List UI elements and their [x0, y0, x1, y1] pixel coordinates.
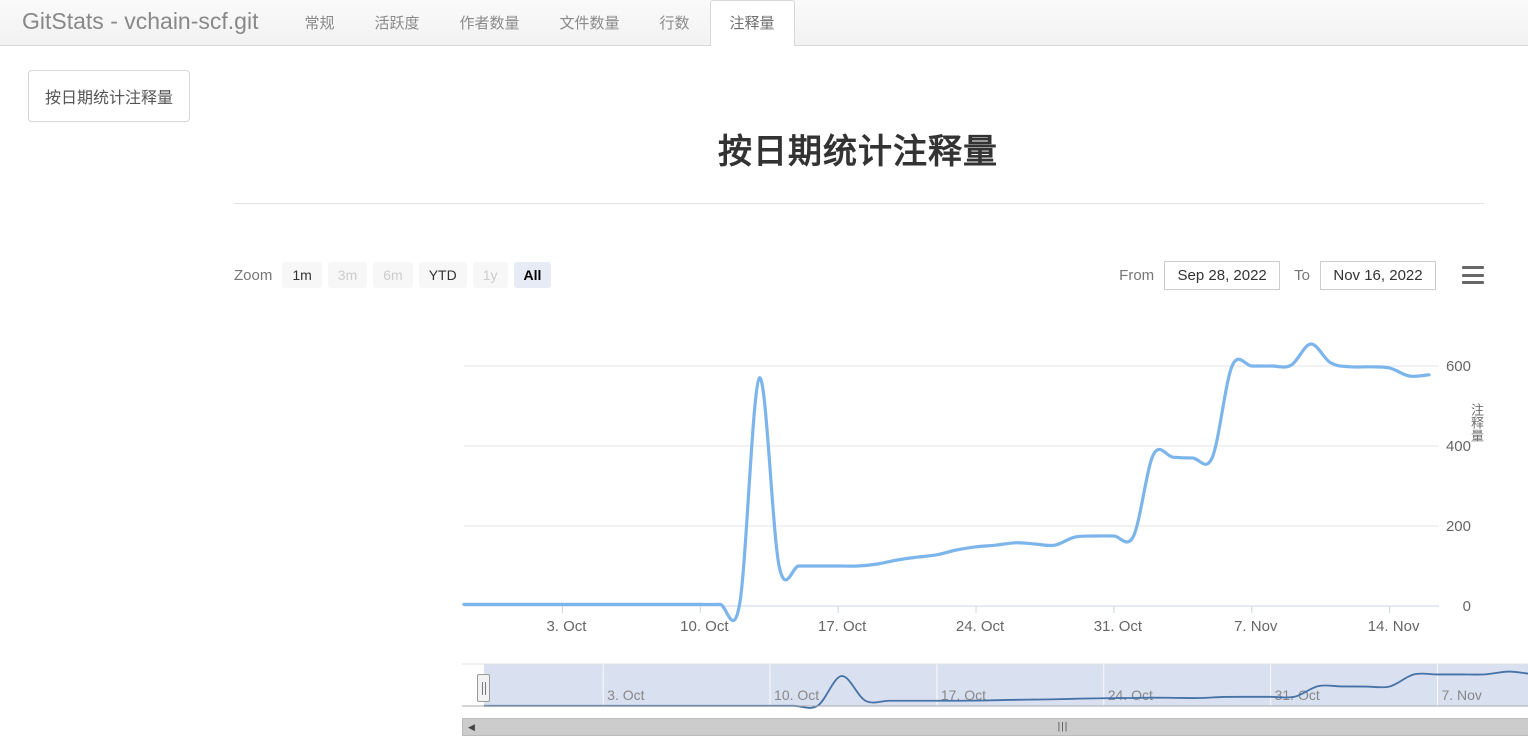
chart-plot-area: 0 200 400 600 3. Oct 10. Oct 17. Oct 24. Oct 31.…: [234, 310, 1484, 660]
svg-text:31. Oct: 31. Oct: [1094, 618, 1143, 635]
app-brand-title: GitStats - vchain-scf.git: [22, 8, 259, 34]
main-content: 按日期统计注释量 Zoom 1m 3m 6m YTD 1y All From S…: [228, 46, 1528, 746]
chart-navigator[interactable]: 3. Oct 10. Oct 17. Oct 24. Oct 31. Oct 7. Nov…: [462, 658, 1528, 714]
zoom-button-3m: 3m: [327, 262, 368, 288]
scrollbar-left-arrow[interactable]: ◀: [463, 719, 480, 735]
svg-text:0: 0: [1463, 598, 1471, 615]
svg-text:24. Oct: 24. Oct: [1108, 687, 1153, 703]
tab-files[interactable]: 文件数量: [540, 0, 640, 45]
scrollbar-grip[interactable]: |||: [1058, 722, 1069, 733]
svg-text:24. Oct: 24. Oct: [956, 618, 1005, 635]
page-title: 按日期统计注释量: [718, 133, 998, 171]
from-date-input[interactable]: Sep 28, 2022: [1164, 260, 1281, 290]
svg-text:7. Nov: 7. Nov: [1234, 618, 1278, 635]
tab-lines[interactable]: 行数: [640, 0, 710, 45]
main-nav-tabs: 常规 活跃度 作者数量 文件数量 行数 注释量: [284, 0, 795, 46]
zoom-button-1y: 1y: [472, 262, 508, 288]
sidebar-item-comments-by-date[interactable]: 按日期统计注释量: [28, 70, 191, 122]
tab-comments[interactable]: 注释量: [709, 0, 795, 46]
svg-text:10. Oct: 10. Oct: [680, 618, 729, 635]
tab-general[interactable]: 常规: [284, 0, 354, 45]
range-selector: Zoom 1m 3m 6m YTD 1y All From Sep 28, 20…: [234, 252, 1484, 298]
svg-text:200: 200: [1446, 518, 1471, 535]
svg-text:3. Oct: 3. Oct: [546, 618, 587, 635]
from-label: From: [1119, 266, 1155, 284]
to-label: To: [1294, 266, 1310, 284]
to-date-input[interactable]: Nov 16, 2022: [1320, 260, 1436, 290]
hamburger-icon[interactable]: [1462, 266, 1484, 284]
app-header: GitStats - vchain-scf.git 常规 活跃度 作者数量 文件…: [0, 0, 1528, 46]
navigator-series[interactable]: 3. Oct 10. Oct 17. Oct 24. Oct 31. Oct 7. Nov…: [462, 658, 1528, 714]
tab-authors[interactable]: 作者数量: [440, 0, 540, 45]
zoom-button-all[interactable]: All: [513, 262, 552, 288]
svg-text:17. Oct: 17. Oct: [818, 618, 867, 635]
svg-text:600: 600: [1446, 358, 1471, 375]
navigator-handle-left[interactable]: [477, 674, 490, 702]
svg-text:14. Nov: 14. Nov: [1368, 618, 1420, 635]
scrollbar-track[interactable]: |||: [480, 719, 1528, 735]
date-range-inputs: From Sep 28, 2022 To Nov 16, 2022: [1119, 260, 1484, 290]
zoom-label: Zoom: [234, 266, 273, 284]
tab-activity[interactable]: 活跃度: [354, 0, 439, 45]
zoom-button-6m: 6m: [373, 262, 413, 288]
zoom-button-ytd[interactable]: YTD: [418, 262, 467, 288]
title-divider: [234, 203, 1484, 204]
y-axis-title: 注释量: [1469, 403, 1484, 442]
svg-text:7. Nov: 7. Nov: [1441, 687, 1481, 703]
comments-line-chart[interactable]: 02004006003. Oct 10. Oct 17. Oct 24. Oct 31.…: [234, 310, 1528, 660]
chart-scrollbar[interactable]: ◀ ||| ▶: [462, 718, 1528, 736]
svg-text:10. Oct: 10. Oct: [774, 687, 819, 703]
svg-text:3. Oct: 3. Oct: [607, 687, 644, 703]
zoom-button-1m[interactable]: 1m: [282, 262, 322, 288]
page-body: 按日期统计注释量 按日期统计注释量 Zoom 1m 3m 6m YTD 1y A…: [0, 46, 1528, 746]
sidebar: 按日期统计注释量: [0, 46, 228, 746]
